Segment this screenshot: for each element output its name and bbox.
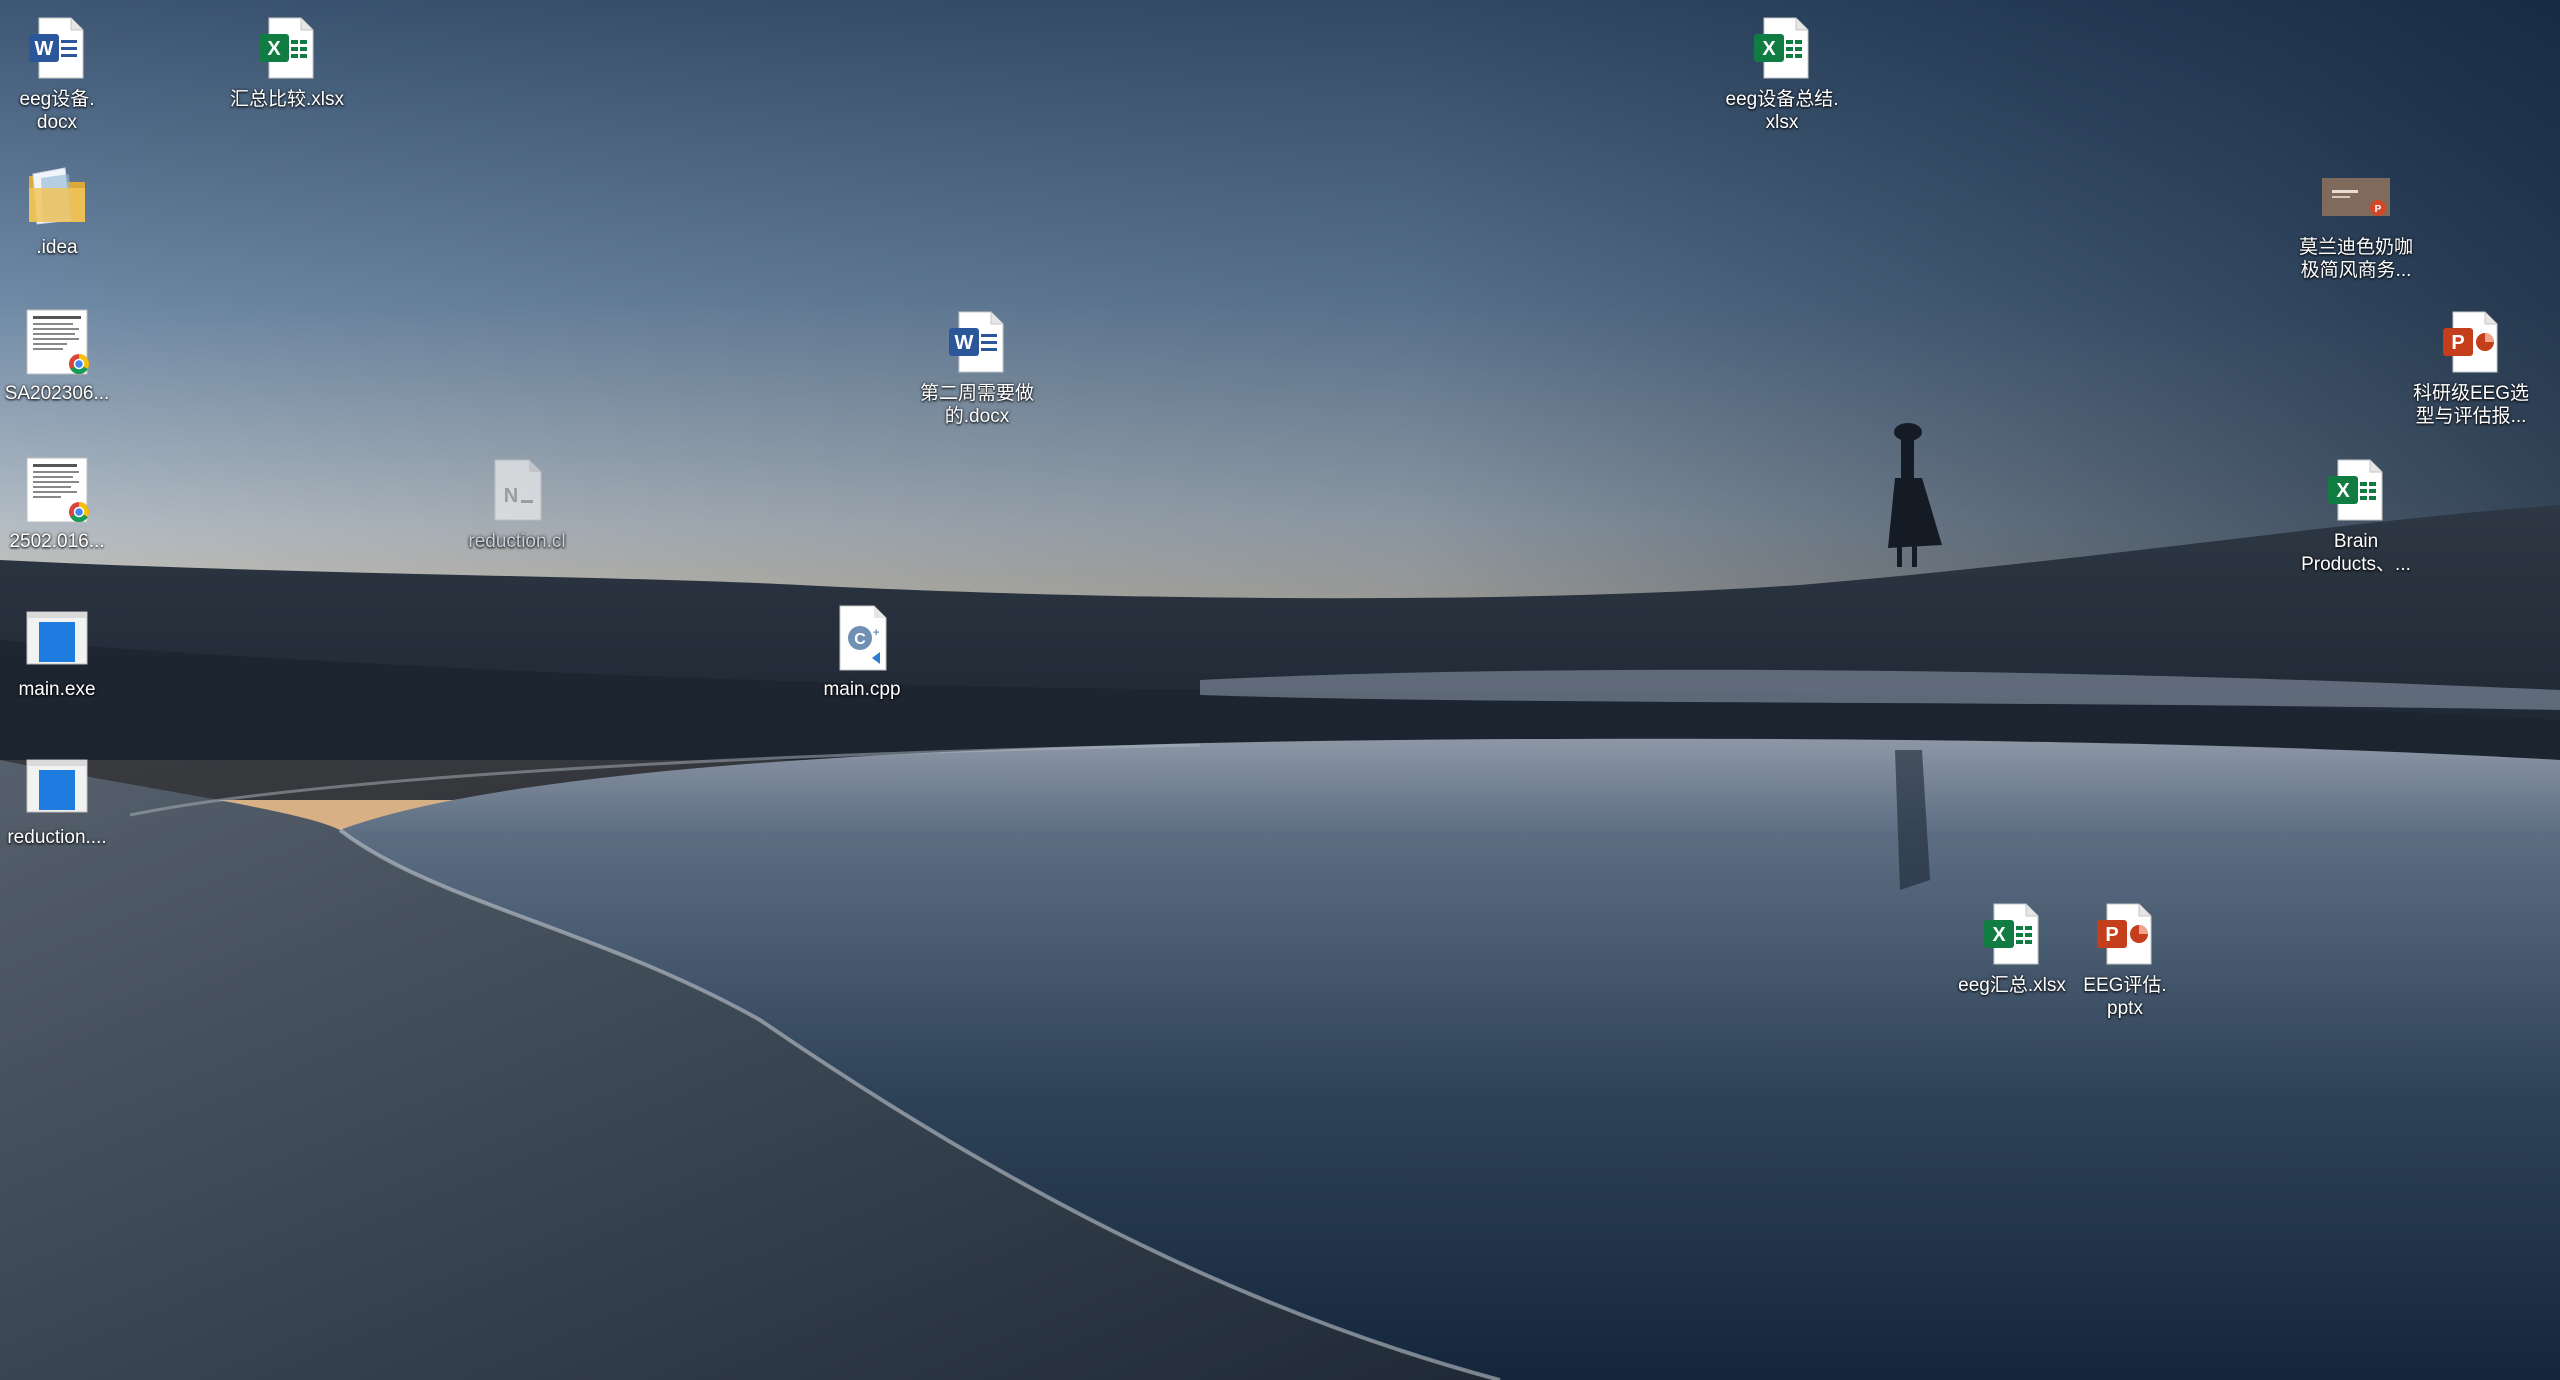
powerpoint-icon: P bbox=[2435, 306, 2507, 378]
desktop-icon-sa-pdf[interactable]: SA202306... bbox=[0, 300, 119, 405]
icon-label: SA202306... bbox=[4, 383, 110, 404]
desktop-icon-eeg-summary-xlsx[interactable]: X eeg设备总结. xlsx bbox=[1720, 6, 1844, 134]
excel-sheet-icon: X bbox=[1976, 898, 2048, 970]
powerpoint-icon: P bbox=[2089, 898, 2161, 970]
desktop-icon-eeg-huizong-xlsx[interactable]: X eeg汇总.xlsx bbox=[1950, 892, 2074, 997]
excel-sheet-icon: X bbox=[1746, 12, 1818, 84]
icon-label: 莫兰迪色奶咖 极简风商务... bbox=[2298, 237, 2413, 281]
icon-label: eeg汇总.xlsx bbox=[1958, 975, 2066, 996]
desktop-icon-eeg-eval-pptx[interactable]: P EEG评估. pptx bbox=[2063, 892, 2187, 1020]
icon-label: Brain Products、... bbox=[2301, 531, 2411, 575]
folder-icon bbox=[21, 160, 93, 232]
wallpaper-image bbox=[0, 0, 2560, 1380]
icon-label: EEG评估. pptx bbox=[2083, 975, 2167, 1019]
cpp-source-icon: C + bbox=[826, 602, 898, 674]
desktop-icon-research-eeg-pptx[interactable]: P 科研级EEG选 型与评估报... bbox=[2409, 300, 2533, 428]
icon-label: 科研级EEG选 型与评估报... bbox=[2412, 383, 2530, 427]
exe-window-icon bbox=[21, 602, 93, 674]
icon-label: reduction.cl bbox=[468, 531, 566, 552]
desktop-icon-reduction-cl[interactable]: N reduction.cl bbox=[455, 448, 579, 553]
desktop-icon-eeg-docx[interactable]: W eeg设备. docx bbox=[0, 6, 119, 134]
desktop-icon-huizong-xlsx[interactable]: X 汇总比较.xlsx bbox=[225, 6, 349, 111]
excel-sheet-icon: X bbox=[2320, 454, 2392, 526]
svg-text:W: W bbox=[955, 332, 974, 354]
desktop[interactable]: W eeg设备. docx .idea SA202306... 2502.016… bbox=[0, 0, 2560, 1380]
svg-text:X: X bbox=[2336, 480, 2350, 502]
desktop-icon-reduction-exe[interactable]: reduction.... bbox=[0, 744, 119, 849]
word-doc-icon: W bbox=[941, 306, 1013, 378]
svg-text:P: P bbox=[2375, 204, 2382, 215]
icon-label: main.cpp bbox=[823, 679, 901, 700]
svg-text:P: P bbox=[2105, 924, 2118, 946]
icon-label: .idea bbox=[36, 237, 78, 258]
svg-text:P: P bbox=[2451, 332, 2464, 354]
word-doc-icon: W bbox=[21, 12, 93, 84]
icon-label: main.exe bbox=[18, 679, 96, 700]
icon-label: 第二周需要做 的.docx bbox=[919, 383, 1034, 427]
pdf-chrome-icon bbox=[21, 306, 93, 378]
icon-label: eeg设备总结. xlsx bbox=[1725, 89, 1839, 133]
desktop-icon-morandi-ppt[interactable]: P 莫兰迪色奶咖 极简风商务... bbox=[2294, 154, 2418, 282]
excel-sheet-icon: X bbox=[251, 12, 323, 84]
svg-text:W: W bbox=[35, 38, 54, 60]
svg-text:C: C bbox=[854, 631, 866, 648]
icon-label: eeg设备. docx bbox=[19, 89, 95, 133]
generic-file-icon: N bbox=[481, 454, 553, 526]
svg-text:X: X bbox=[267, 38, 281, 60]
icon-label: 2502.016... bbox=[9, 531, 105, 552]
desktop-icon-folder-idea[interactable]: .idea bbox=[0, 154, 119, 259]
exe-window-icon bbox=[21, 750, 93, 822]
icon-label: reduction.... bbox=[7, 827, 107, 848]
desktop-icon-main-cpp[interactable]: C + main.cpp bbox=[800, 596, 924, 701]
presentation-thumbnail-icon: P bbox=[2320, 160, 2392, 232]
desktop-icon-second-week-docx[interactable]: W 第二周需要做 的.docx bbox=[915, 300, 1039, 428]
svg-text:X: X bbox=[1762, 38, 1776, 60]
desktop-icon-main-exe[interactable]: main.exe bbox=[0, 596, 119, 701]
svg-text:N: N bbox=[504, 485, 518, 507]
desktop-icon-brain-products-xlsx[interactable]: X Brain Products、... bbox=[2294, 448, 2418, 576]
svg-text:X: X bbox=[1992, 924, 2006, 946]
pdf-chrome-icon bbox=[21, 454, 93, 526]
icon-label: 汇总比较.xlsx bbox=[229, 89, 344, 110]
desktop-icon-pdf-2502[interactable]: 2502.016... bbox=[0, 448, 119, 553]
svg-text:+: + bbox=[873, 627, 879, 639]
